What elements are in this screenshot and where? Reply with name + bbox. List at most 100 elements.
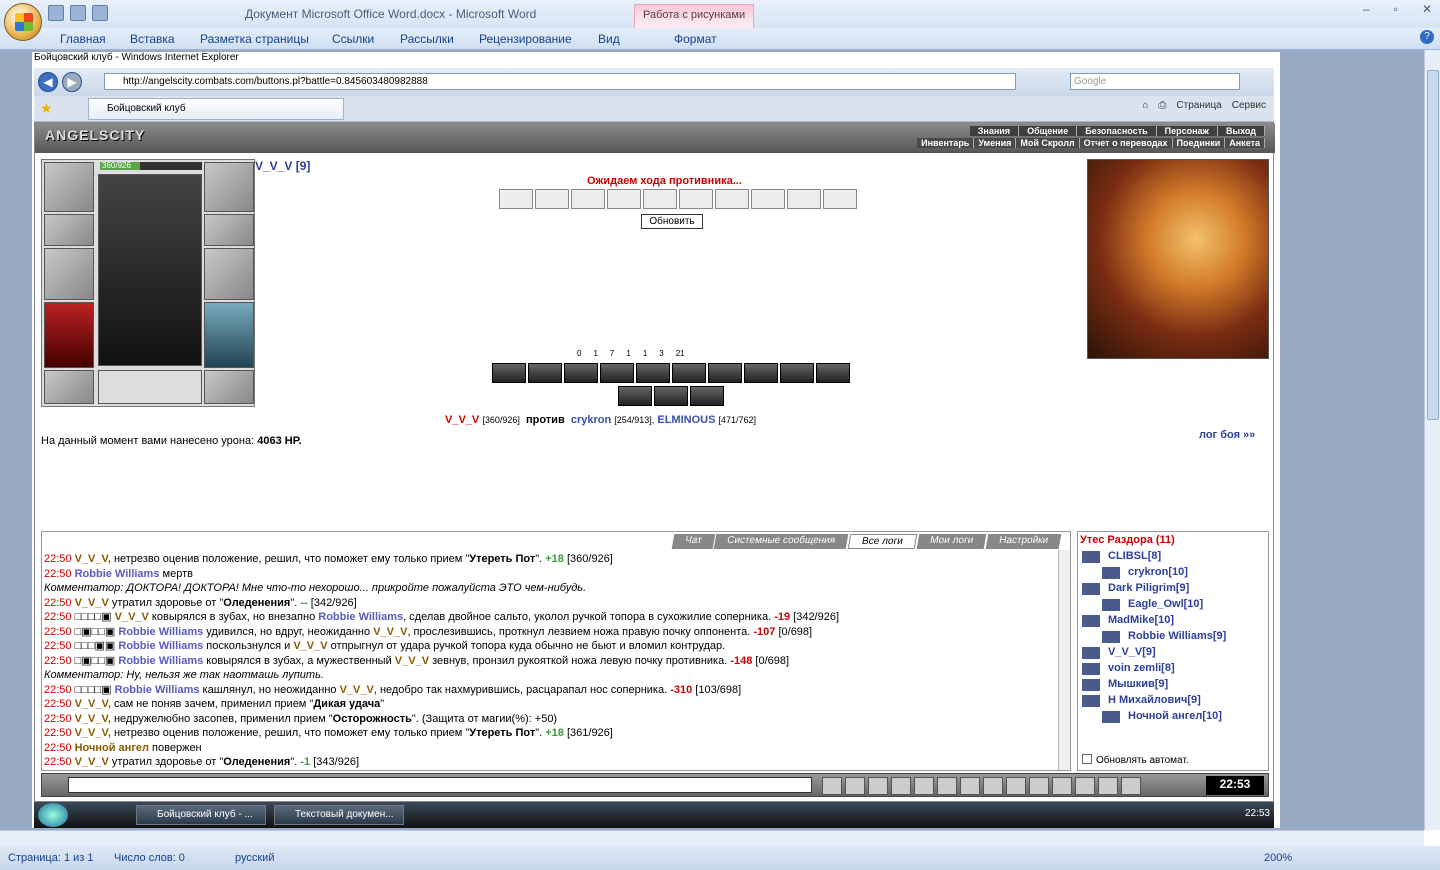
skill-icon[interactable] bbox=[600, 363, 634, 383]
tab-system[interactable]: Системные сообщения bbox=[713, 534, 849, 549]
card[interactable] bbox=[643, 189, 677, 209]
menu-knowledge[interactable]: Знания bbox=[969, 126, 1020, 136]
player-link[interactable]: V_V_V bbox=[445, 414, 479, 426]
horizontal-scrollbar[interactable] bbox=[0, 830, 1424, 846]
user-item[interactable]: Н Михайлович[9] bbox=[1082, 694, 1268, 709]
card[interactable] bbox=[823, 189, 857, 209]
user-item[interactable]: Dark Piligrim[9] bbox=[1082, 582, 1268, 597]
bracers-slot[interactable] bbox=[44, 214, 94, 246]
skill-icon[interactable] bbox=[780, 363, 814, 383]
skill-icon[interactable] bbox=[744, 363, 778, 383]
skill-icon[interactable] bbox=[564, 363, 598, 383]
menu-security[interactable]: Безопасность bbox=[1077, 126, 1157, 136]
skill-icon[interactable] bbox=[492, 363, 526, 383]
card[interactable] bbox=[499, 189, 533, 209]
player-name[interactable]: V_V_V [9] bbox=[255, 159, 310, 173]
exit-icon[interactable] bbox=[1121, 777, 1141, 795]
save-icon[interactable] bbox=[891, 777, 911, 795]
shop-icon[interactable] bbox=[1098, 777, 1118, 795]
boots-slot[interactable] bbox=[204, 370, 254, 404]
percent-icon[interactable] bbox=[937, 777, 957, 795]
user-item[interactable]: V_V_V[9] bbox=[1082, 646, 1268, 661]
legs-slot[interactable] bbox=[204, 302, 254, 368]
user-item[interactable]: Eagle_Owl[10] bbox=[1102, 598, 1268, 613]
menu-character[interactable]: Персонаж bbox=[1156, 126, 1218, 136]
tab-review[interactable]: Рецензирование bbox=[479, 32, 572, 46]
tools-menu[interactable]: Сервис bbox=[1232, 100, 1266, 111]
taskbar-item-ie[interactable]: Бойцовский клуб - ... bbox=[136, 805, 266, 825]
tab-page-layout[interactable]: Разметка страницы bbox=[200, 32, 309, 46]
tab-format[interactable]: Формат bbox=[674, 32, 717, 46]
card[interactable] bbox=[751, 189, 785, 209]
auto-refresh-checkbox[interactable]: Обновлять автомат. bbox=[1082, 754, 1189, 766]
undo-icon[interactable] bbox=[92, 5, 108, 21]
filter-icon[interactable] bbox=[868, 777, 888, 795]
card[interactable] bbox=[571, 189, 605, 209]
tab-insert[interactable]: Вставка bbox=[130, 32, 175, 46]
menu-scroll[interactable]: Мой Скролл bbox=[1016, 138, 1080, 148]
armor-slot[interactable] bbox=[44, 302, 94, 368]
card[interactable] bbox=[679, 189, 713, 209]
maximize-icon[interactable]: ▫ bbox=[1394, 2, 1398, 16]
items-grid[interactable] bbox=[98, 174, 202, 366]
fight-log-link[interactable]: лог боя »» bbox=[1199, 429, 1255, 441]
weapon-right-slot[interactable] bbox=[204, 248, 254, 300]
card[interactable] bbox=[787, 189, 821, 209]
chat-input[interactable] bbox=[68, 777, 812, 793]
skill-icon[interactable] bbox=[816, 363, 850, 383]
card[interactable] bbox=[607, 189, 641, 209]
skill-icon[interactable] bbox=[654, 386, 688, 406]
scroll-thumb[interactable] bbox=[1427, 70, 1439, 420]
status-page[interactable]: Страница: 1 из 1 bbox=[8, 852, 94, 864]
user-item[interactable]: Robbie Williams[9] bbox=[1102, 630, 1268, 645]
office-button[interactable] bbox=[4, 3, 42, 41]
user-item[interactable]: voin zemli[8] bbox=[1082, 662, 1268, 677]
skill-icon[interactable] bbox=[618, 386, 652, 406]
print-icon[interactable]: ⎙ bbox=[1158, 100, 1166, 111]
skill-icon[interactable] bbox=[708, 363, 742, 383]
belt-slot[interactable] bbox=[44, 370, 94, 404]
menu-transfers[interactable]: Отчет о переводах bbox=[1079, 138, 1173, 148]
send-icon[interactable] bbox=[822, 777, 842, 795]
enemy-link[interactable]: crykron bbox=[571, 414, 611, 426]
status-zoom[interactable]: 200% bbox=[1264, 852, 1292, 864]
close-icon[interactable]: ✕ bbox=[1422, 2, 1432, 16]
home-icon[interactable]: ⌂ bbox=[1142, 100, 1148, 111]
runes-slots[interactable] bbox=[98, 370, 202, 404]
tab-all-logs[interactable]: Все логи bbox=[847, 534, 918, 549]
forward-icon[interactable]: ▶ bbox=[62, 72, 82, 92]
menu-profile[interactable]: Анкета bbox=[1225, 138, 1265, 148]
skill-icon[interactable] bbox=[690, 386, 724, 406]
search-input[interactable]: Google bbox=[1070, 73, 1240, 90]
sound-icon[interactable] bbox=[960, 777, 980, 795]
menu-inventory[interactable]: Инвентарь bbox=[917, 138, 975, 148]
refresh-button[interactable]: Обновить bbox=[641, 214, 703, 229]
menu-fights[interactable]: Поединки bbox=[1172, 138, 1226, 148]
user-item[interactable]: crykron[10] bbox=[1102, 566, 1268, 581]
page-menu[interactable]: Страница bbox=[1176, 100, 1221, 111]
menu-social[interactable]: Общение bbox=[1019, 126, 1078, 136]
clear-icon[interactable] bbox=[845, 777, 865, 795]
url-input[interactable]: http://angelscity.combats.com/buttons.pl… bbox=[104, 73, 1016, 90]
help-icon[interactable]: ? bbox=[1420, 30, 1434, 44]
skill-icon[interactable] bbox=[636, 363, 670, 383]
menu-exit[interactable]: Выход bbox=[1217, 126, 1265, 136]
user-item[interactable]: MadMike[10] bbox=[1082, 614, 1268, 629]
tab-view[interactable]: Вид bbox=[598, 32, 620, 46]
tab-my-logs[interactable]: Мои логи bbox=[916, 534, 987, 549]
music-icon[interactable] bbox=[1052, 777, 1072, 795]
redo-icon[interactable] bbox=[70, 5, 86, 21]
save-icon[interactable] bbox=[48, 5, 64, 21]
skill-icon[interactable] bbox=[528, 363, 562, 383]
ie-tab[interactable]: Бойцовский клуб bbox=[88, 98, 344, 120]
status-words[interactable]: Число слов: 0 bbox=[114, 852, 185, 864]
user-item[interactable]: Ночной ангел[10] bbox=[1102, 710, 1268, 725]
group-icon[interactable] bbox=[1075, 777, 1095, 795]
gloves-slot[interactable] bbox=[204, 214, 254, 246]
minimize-icon[interactable]: – bbox=[1363, 2, 1370, 16]
start-button[interactable] bbox=[38, 803, 68, 827]
tab-references[interactable]: Ссылки bbox=[332, 32, 374, 46]
skill-icon[interactable] bbox=[672, 363, 706, 383]
helmet-slot[interactable] bbox=[44, 162, 94, 212]
user-item[interactable]: Мышкив[9] bbox=[1082, 678, 1268, 693]
